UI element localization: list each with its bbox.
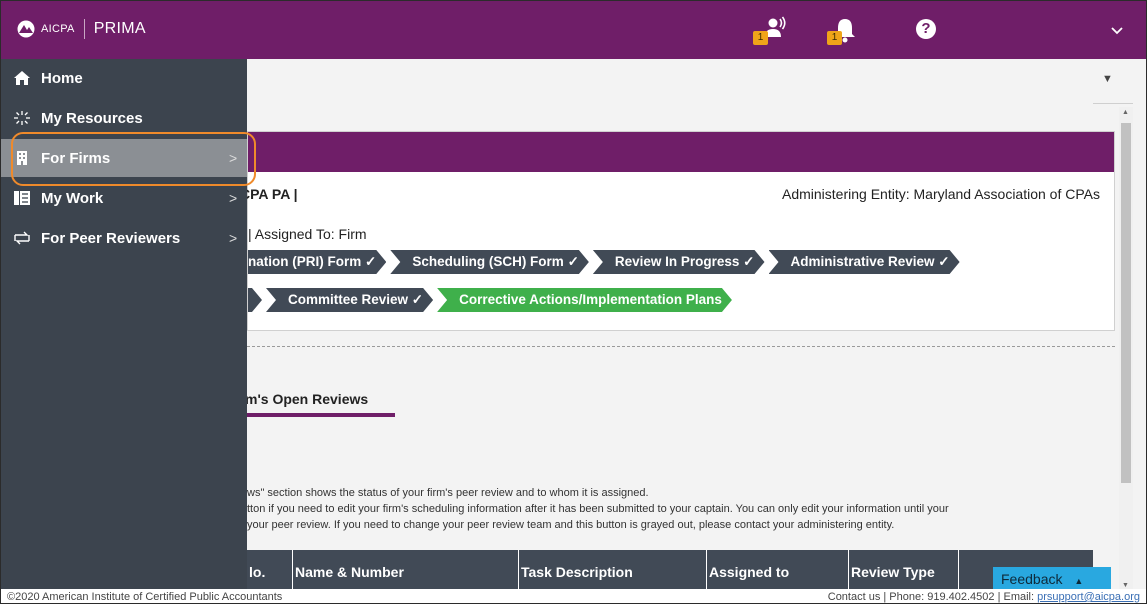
chevron-right-icon: >: [229, 190, 238, 206]
nav-item-label: Home: [41, 69, 83, 87]
nav-item-label: My Resources: [41, 109, 143, 127]
scrollbar-thumb[interactable]: [1121, 123, 1131, 483]
contact-text: Contact us | Phone: 919.402.4502 | Email…: [827, 591, 1038, 603]
tab-underline: [247, 413, 395, 417]
alerts-button[interactable]: 1: [827, 15, 861, 45]
administering-entity: Administering Entity: Maryland Associati…: [782, 186, 1100, 202]
step-pri-form[interactable]: nation (PRI) Form ✓: [248, 250, 386, 274]
nav-item-label: For Peer Reviewers: [41, 229, 181, 247]
caret-up-icon: ▲: [1074, 576, 1084, 586]
footer: ©2020 American Institute of Certified Pu…: [1, 589, 1146, 603]
assigned-to: | Assigned To: Firm: [248, 226, 367, 242]
column-header-name-number[interactable]: Name & Number: [293, 550, 519, 590]
review-summary-panel: CPA PA | Administering Entity: Maryland …: [240, 131, 1115, 331]
reviews-table-header: lo. Name & Number Task Description Assig…: [247, 550, 1093, 590]
nav-item-for-peer-reviewers[interactable]: For Peer Reviewers >: [1, 219, 247, 257]
column-header-task-description[interactable]: Task Description: [519, 550, 707, 590]
contact-info: Contact us | Phone: 919.402.4502 | Email…: [827, 589, 1140, 603]
column-header-assigned-to[interactable]: Assigned to: [707, 550, 849, 590]
notification-badge: 1: [753, 31, 768, 45]
step-corrective-actions[interactable]: Corrective Actions/Implementation Plans: [437, 288, 732, 312]
step-committee-review[interactable]: Committee Review ✓: [266, 288, 433, 312]
tab-open-reviews[interactable]: m's Open Reviews: [245, 391, 368, 407]
progress-steps-row-2: Committee Review ✓ Corrective Actions/Im…: [248, 288, 736, 312]
app-title: PRIMA: [93, 20, 146, 37]
open-reviews-description: ws" section shows the status of your fir…: [247, 485, 1107, 533]
step-scheduling-form[interactable]: Scheduling (SCH) Form ✓: [390, 250, 589, 274]
description-line: tton if you need to edit your firm's sch…: [247, 503, 949, 515]
reviewer-notifications-button[interactable]: 1: [753, 15, 787, 45]
top-bar: AICPA PRIMA 1 1 ?: [1, 1, 1146, 59]
panel-header: [248, 132, 1114, 172]
logo[interactable]: AICPA PRIMA: [15, 19, 146, 39]
aicpa-wordmark: AICPA: [41, 23, 75, 35]
scroll-down-icon[interactable]: ▼: [1122, 582, 1129, 589]
scroll-up-icon[interactable]: ▲: [1122, 109, 1129, 116]
support-email-link[interactable]: prsupport@aicpa.org: [1037, 591, 1140, 603]
step-partial[interactable]: [248, 288, 262, 312]
chevron-down-icon[interactable]: [1108, 23, 1126, 37]
vertical-scrollbar[interactable]: ▲ ▼: [1119, 107, 1133, 589]
for-firms-highlight-callout: [11, 132, 256, 186]
list-icon: [14, 191, 30, 205]
feedback-button[interactable]: Feedback ▲: [993, 567, 1111, 589]
feedback-label: Feedback: [1001, 571, 1063, 587]
swap-icon: [14, 231, 30, 245]
step-administrative-review[interactable]: Administrative Review ✓: [769, 250, 960, 274]
firm-name: CPA PA |: [240, 186, 298, 202]
nav-item-home[interactable]: Home: [1, 59, 247, 97]
aicpa-logo-icon: [17, 20, 35, 38]
nav-item-label: My Work: [41, 189, 104, 207]
sparkle-icon: [14, 111, 30, 125]
chevron-right-icon: >: [229, 230, 238, 246]
dropdown-arrow-icon[interactable]: ▼: [1102, 73, 1113, 85]
divider: [1093, 103, 1133, 104]
section-divider: [247, 346, 1115, 347]
step-review-in-progress[interactable]: Review In Progress ✓: [593, 250, 765, 274]
progress-steps-row-1: nation (PRI) Form ✓ Scheduling (SCH) For…: [248, 250, 964, 274]
help-button[interactable]: ?: [916, 19, 936, 39]
description-line: ws" section shows the status of your fir…: [247, 487, 649, 499]
app-window: AICPA PRIMA 1 1 ? ▼ ▲ ▼ CPA PA | Adminis…: [0, 0, 1147, 604]
notification-badge: 1: [827, 31, 842, 45]
column-header-review-type[interactable]: Review Type: [849, 550, 959, 590]
column-header-number[interactable]: lo.: [247, 550, 293, 590]
logo-divider: [83, 19, 85, 39]
copyright-text: ©2020 American Institute of Certified Pu…: [7, 591, 283, 603]
home-icon: [14, 71, 30, 85]
description-line: your peer review. If you need to change …: [247, 519, 895, 531]
